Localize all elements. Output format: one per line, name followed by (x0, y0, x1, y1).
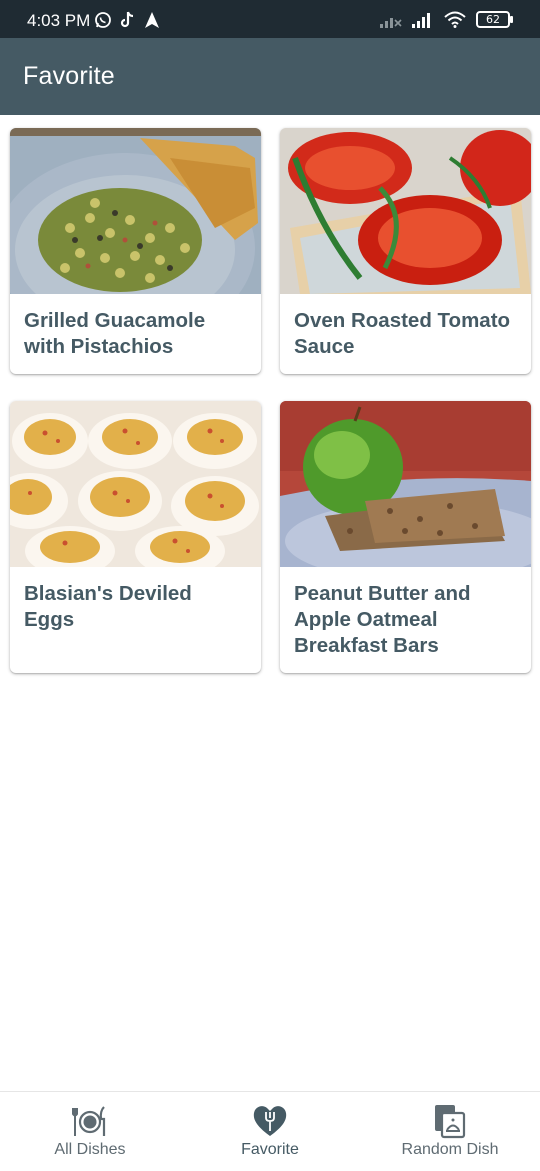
dish-card[interactable]: Grilled Guacamole with Pistachios (10, 128, 261, 374)
signal-sim2-icon (412, 12, 430, 28)
system-icons: 62 (380, 11, 513, 28)
dish-card[interactable]: Blasian's Deviled Eggs (10, 401, 261, 673)
dish-image (280, 401, 531, 567)
dish-card[interactable]: Peanut Butter and Apple Oatmeal Breakfas… (280, 401, 531, 673)
nav-label: Random Dish (401, 1141, 499, 1158)
dish-title: Peanut Butter and Apple Oatmeal Breakfas… (294, 582, 471, 657)
nav-label: Favorite (241, 1141, 299, 1158)
battery-icon: 62 (476, 11, 513, 28)
heart-fork-icon (253, 1106, 287, 1136)
notification-icons (94, 11, 160, 29)
page-title: Favorite (23, 62, 115, 90)
tiktok-icon (120, 11, 134, 28)
navigation-arrow-icon (145, 12, 159, 28)
whatsapp-icon (95, 12, 111, 28)
dish-card[interactable]: Oven Roasted Tomato Sauce (280, 128, 531, 374)
dish-image (10, 128, 261, 294)
wifi-icon (444, 11, 466, 28)
plate-cutlery-icon (72, 1106, 106, 1136)
status-time: 4:03 PM (27, 11, 91, 30)
dish-title: Blasian's Deviled Eggs (24, 582, 192, 631)
dish-image (280, 128, 531, 294)
app-bar: Favorite (0, 38, 540, 115)
nav-item-random-dish[interactable]: Random Dish (360, 1092, 540, 1171)
bottom-navigation: All Dishes Favorite Random Dish (0, 1091, 540, 1171)
signal-sim1-icon (380, 17, 402, 28)
dish-title: Grilled Guacamole with Pistachios (24, 309, 206, 358)
nav-item-favorite[interactable]: Favorite (180, 1092, 360, 1171)
status-bar: 4:03 PM 62 (0, 0, 540, 38)
dish-image (10, 401, 261, 567)
random-dish-icon (435, 1105, 466, 1139)
nav-label: All Dishes (54, 1141, 126, 1158)
nav-item-all-dishes[interactable]: All Dishes (0, 1092, 180, 1171)
dish-title: Oven Roasted Tomato Sauce (294, 309, 511, 358)
